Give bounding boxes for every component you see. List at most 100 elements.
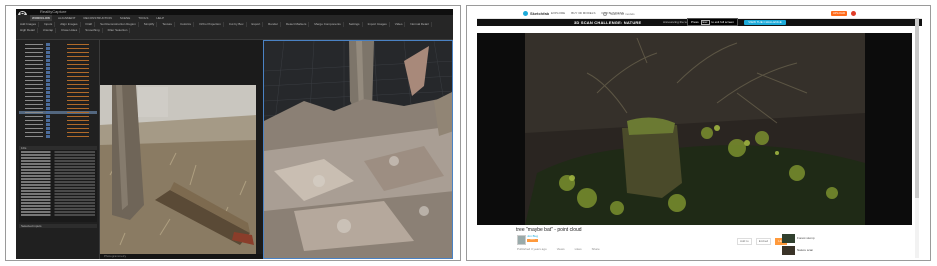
input-image-row[interactable] bbox=[19, 103, 97, 106]
input-image-row[interactable] bbox=[19, 135, 97, 138]
page-scrollbar[interactable] bbox=[915, 18, 919, 258]
property-row[interactable] bbox=[21, 205, 95, 207]
ribbon-tab[interactable]: RECONSTRUCTION bbox=[82, 15, 114, 21]
sketchfab-logo-icon[interactable] bbox=[523, 11, 528, 16]
row-checkbox[interactable] bbox=[46, 103, 50, 106]
input-image-row[interactable] bbox=[19, 99, 97, 102]
row-checkbox[interactable] bbox=[46, 95, 50, 98]
ribbon-tool-button[interactable]: Unwrap bbox=[41, 28, 57, 33]
view-challenge-button[interactable]: VIEW THE CHALLENGE bbox=[744, 20, 786, 25]
related-title-1[interactable]: Forest stump bbox=[797, 236, 815, 240]
search-input[interactable] bbox=[605, 11, 680, 16]
property-row[interactable] bbox=[21, 193, 95, 195]
row-checkbox[interactable] bbox=[46, 67, 50, 70]
row-checkbox[interactable] bbox=[46, 111, 50, 114]
ribbon-tool-button[interactable]: Settings bbox=[347, 22, 363, 27]
action-button[interactable]: Embed bbox=[755, 238, 772, 245]
ribbon-tab[interactable]: HELP bbox=[154, 15, 166, 21]
input-image-row[interactable] bbox=[19, 131, 97, 134]
ribbon-tool-button[interactable]: Simplify bbox=[142, 22, 158, 27]
brand-name[interactable]: Sketchfab bbox=[530, 10, 549, 17]
property-row[interactable] bbox=[21, 184, 95, 186]
property-row[interactable] bbox=[21, 175, 95, 177]
input-image-row[interactable] bbox=[19, 51, 97, 54]
input-image-row[interactable] bbox=[19, 115, 97, 118]
input-image-row[interactable] bbox=[19, 67, 97, 70]
ribbon-tool-button[interactable]: Export bbox=[250, 22, 264, 27]
property-row[interactable] bbox=[21, 154, 95, 156]
ribbon-tool-button[interactable]: Filter Selection bbox=[106, 28, 131, 33]
input-image-row[interactable] bbox=[19, 123, 97, 126]
ribbon-tool-button[interactable]: Smoothing bbox=[83, 28, 103, 33]
input-image-row[interactable] bbox=[19, 83, 97, 86]
ribbon-tab[interactable]: WORKFLOW bbox=[30, 15, 52, 21]
property-row[interactable] bbox=[21, 202, 95, 204]
upload-button[interactable]: UPLOAD bbox=[831, 11, 847, 16]
input-image-row[interactable] bbox=[19, 95, 97, 98]
property-row[interactable] bbox=[21, 214, 95, 216]
row-checkbox[interactable] bbox=[46, 91, 50, 94]
row-checkbox[interactable] bbox=[46, 135, 50, 138]
3d-viewport[interactable] bbox=[263, 40, 453, 259]
image-viewport[interactable] bbox=[100, 85, 256, 259]
input-image-row[interactable] bbox=[19, 47, 97, 50]
meta-item[interactable]: Share bbox=[592, 247, 600, 251]
ribbon-tool-button[interactable]: Ortho Projection bbox=[197, 22, 224, 27]
input-image-row[interactable] bbox=[19, 71, 97, 74]
ribbon-tool-button[interactable]: Align Images bbox=[58, 22, 81, 27]
row-checkbox[interactable] bbox=[46, 75, 50, 78]
input-image-row[interactable] bbox=[19, 107, 97, 110]
row-checkbox[interactable] bbox=[46, 127, 50, 130]
ribbon-tool-button[interactable]: Normal Detail bbox=[408, 22, 432, 27]
row-checkbox[interactable] bbox=[46, 59, 50, 62]
row-checkbox[interactable] bbox=[46, 123, 50, 126]
ribbon-tool-button[interactable]: Cut by Box bbox=[227, 22, 247, 27]
input-image-row[interactable] bbox=[19, 43, 97, 46]
ribbon-tool-button[interactable]: Render bbox=[266, 22, 282, 27]
input-image-row[interactable] bbox=[19, 91, 97, 94]
row-checkbox[interactable] bbox=[46, 79, 50, 82]
input-image-row[interactable] bbox=[19, 87, 97, 90]
property-row[interactable] bbox=[21, 169, 95, 171]
property-row[interactable] bbox=[21, 166, 95, 168]
input-image-row[interactable] bbox=[19, 111, 97, 114]
row-checkbox[interactable] bbox=[46, 87, 50, 90]
related-title-2[interactable]: Nature scan bbox=[797, 248, 813, 252]
row-checkbox[interactable] bbox=[46, 107, 50, 110]
input-image-row[interactable] bbox=[19, 127, 97, 130]
ribbon-tool-button[interactable]: Texture bbox=[160, 22, 176, 27]
row-checkbox[interactable] bbox=[46, 119, 50, 122]
input-image-row[interactable] bbox=[19, 79, 97, 82]
property-row[interactable] bbox=[21, 160, 95, 162]
property-row[interactable] bbox=[21, 178, 95, 180]
ribbon-tool-button[interactable]: Video bbox=[393, 22, 406, 27]
input-image-row[interactable] bbox=[19, 75, 97, 78]
ribbon-tool-button[interactable]: Add Images bbox=[18, 22, 40, 27]
row-checkbox[interactable] bbox=[46, 51, 50, 54]
row-checkbox[interactable] bbox=[46, 71, 50, 74]
property-row[interactable] bbox=[21, 163, 95, 165]
ribbon-tab[interactable]: TOOLS bbox=[136, 15, 150, 21]
ribbon-tool-button[interactable]: Import Images bbox=[366, 22, 390, 27]
row-checkbox[interactable] bbox=[46, 131, 50, 134]
user-avatar[interactable] bbox=[851, 11, 856, 16]
property-row[interactable] bbox=[21, 190, 95, 192]
property-row[interactable] bbox=[21, 196, 95, 198]
related-thumb-1[interactable] bbox=[782, 234, 795, 243]
ribbon-tool-button[interactable]: Set Reconstruction Region bbox=[98, 22, 139, 27]
ribbon-tab[interactable]: ALIGNMENT bbox=[56, 15, 78, 21]
property-row[interactable] bbox=[21, 208, 95, 210]
property-row[interactable] bbox=[21, 199, 95, 201]
ribbon-tool-button[interactable]: Inputs bbox=[42, 22, 56, 27]
ribbon-tool-button[interactable]: Draft bbox=[84, 22, 96, 27]
input-image-row[interactable] bbox=[19, 119, 97, 122]
row-checkbox[interactable] bbox=[46, 55, 50, 58]
input-image-row[interactable] bbox=[19, 55, 97, 58]
row-checkbox[interactable] bbox=[46, 115, 50, 118]
input-image-row[interactable] bbox=[19, 59, 97, 62]
ribbon-tool-button[interactable]: Detect Markers bbox=[284, 22, 310, 27]
ribbon-tab[interactable]: SCENE bbox=[118, 15, 132, 21]
row-checkbox[interactable] bbox=[46, 83, 50, 86]
ribbon-tool-button[interactable]: High Detail bbox=[18, 28, 38, 33]
row-checkbox[interactable] bbox=[46, 47, 50, 50]
